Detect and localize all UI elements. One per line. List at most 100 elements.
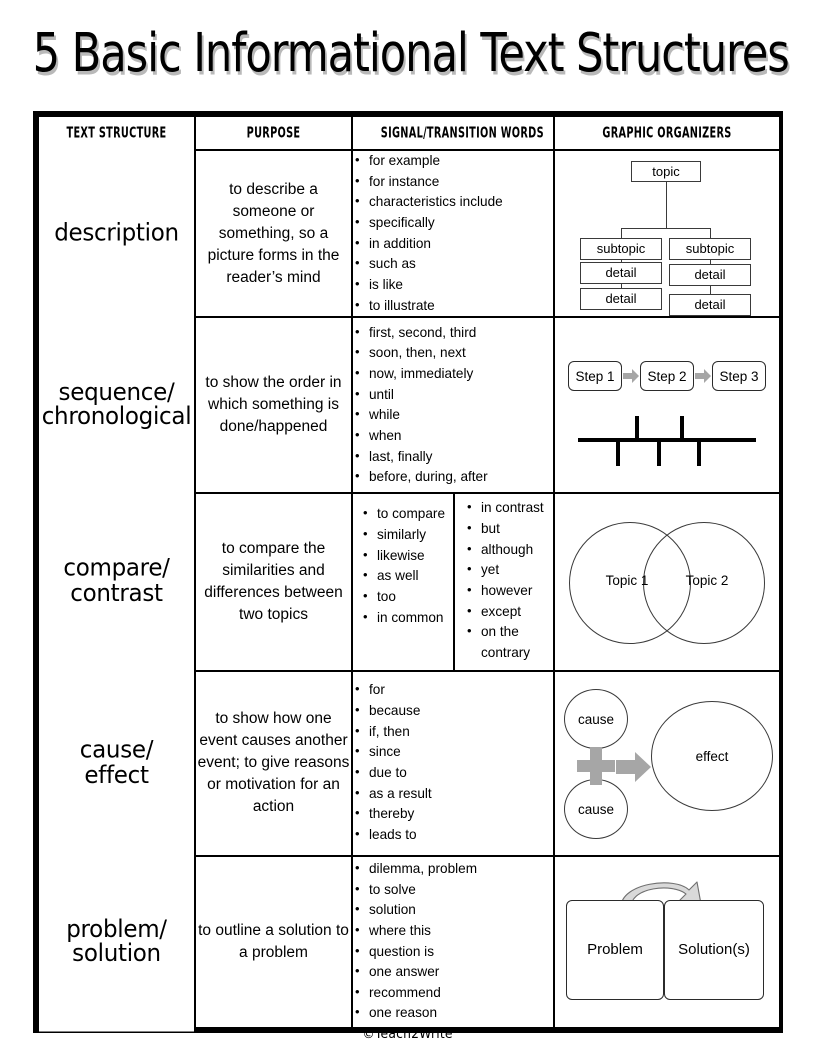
- list-item: one reason: [353, 1002, 553, 1024]
- text-structures-table-wrapper: TEXT STRUCTURE PURPOSE SIGNAL/TRANSITION…: [33, 111, 783, 1033]
- signal-words-compare-contrast: to compare similarly likewise as well to…: [351, 492, 555, 672]
- structure-name-sequence: sequence/ chronological: [37, 311, 196, 499]
- list-item: because: [353, 700, 553, 722]
- venn-diagram: Topic 1 Topic 2: [561, 517, 773, 647]
- signal-words-problem-solution: dilemma, problem to solve solution where…: [351, 854, 555, 1029]
- step-box-2: Step 2: [640, 361, 694, 392]
- list-item: since: [353, 741, 553, 763]
- organizer-compare-contrast: Topic 1 Topic 2: [553, 492, 781, 672]
- plus-icon: [577, 747, 615, 785]
- list-item: one answer: [353, 961, 553, 983]
- list-item: recommend: [353, 982, 553, 1004]
- list-item: is like: [353, 274, 553, 296]
- signal-word-list: first, second, third soon, then, next no…: [353, 322, 553, 488]
- tree-node-subtopic-right: subtopic: [669, 237, 751, 260]
- tree-connector-right-drop: [710, 227, 711, 238]
- list-item: in contrast: [465, 497, 551, 519]
- list-item: such as: [353, 253, 553, 275]
- structure-name-description: description: [37, 144, 196, 323]
- tree-node-detail-left-2: detail: [580, 287, 662, 310]
- list-item: in common: [361, 607, 451, 629]
- list-item: where this: [353, 920, 553, 942]
- solution-box: Solution(s): [664, 899, 764, 1000]
- cause-circle-1: cause: [564, 689, 628, 749]
- structure-label-line-1: sequence/: [58, 378, 175, 406]
- column-header-text-structure-label: TEXT STRUCTURE: [66, 124, 167, 142]
- text-structures-table: TEXT STRUCTURE PURPOSE SIGNAL/TRANSITION…: [37, 115, 781, 1033]
- list-item: dilemma, problem: [353, 858, 553, 880]
- list-item: for: [353, 679, 553, 701]
- footer-credit: ©Teach2Write: [0, 1027, 816, 1042]
- purpose-description: to describe a someone or something, so a…: [194, 148, 353, 319]
- timeline-tick-down-1: [616, 440, 620, 467]
- structure-label-line-1: problem/: [66, 914, 167, 943]
- list-item: although: [465, 539, 551, 561]
- venn-label-topic-2: Topic 2: [685, 572, 729, 588]
- list-item: specifically: [353, 212, 553, 234]
- list-item: to solve: [353, 879, 553, 901]
- list-item: to illustrate: [353, 295, 553, 317]
- structure-label-line-2: solution: [72, 939, 161, 967]
- list-item: for instance: [353, 171, 553, 193]
- list-item: last, finally: [353, 446, 553, 468]
- table-row: description to describe a someone or som…: [37, 144, 781, 323]
- timeline-axis: [578, 438, 756, 443]
- tree-node-subtopic-left: subtopic: [580, 237, 662, 260]
- list-item: until: [353, 384, 553, 406]
- column-header-purpose-label: PURPOSE: [246, 124, 301, 142]
- list-item: however: [465, 580, 551, 602]
- signal-words-split-container: to compare similarly likewise as well to…: [353, 494, 553, 670]
- list-item: similarly: [361, 524, 451, 546]
- step-box-3: Step 3: [712, 361, 766, 392]
- structure-name-problem-solution: problem/ solution: [37, 850, 196, 1033]
- structure-label-line-1: cause/: [79, 736, 154, 764]
- tree-node-detail-right-2: detail: [669, 293, 751, 316]
- list-item: as well: [361, 565, 451, 587]
- hierarchy-tree-diagram: topic subtopic subtopic detail detail de…: [559, 156, 775, 316]
- cause-effect-diagram: cause cause effect: [559, 683, 775, 843]
- table-row: compare/ contrast to compare the similar…: [37, 487, 781, 676]
- cause-circle-2: cause: [564, 779, 628, 839]
- problem-box: Problem: [566, 899, 664, 1000]
- signal-word-list: in contrast but although yet however exc…: [465, 497, 551, 663]
- list-item: but: [465, 518, 551, 540]
- purpose-sequence: to show the order in which something is …: [194, 316, 353, 495]
- problem-solution-diagram: Problem Solution(s): [562, 874, 772, 1010]
- structure-label-line-1: compare/: [63, 555, 170, 583]
- list-item: yet: [465, 559, 551, 581]
- signal-words-description: for example for instance characteristics…: [351, 148, 555, 319]
- list-item: likewise: [361, 545, 451, 567]
- list-item: if, then: [353, 721, 553, 743]
- list-item: question is: [353, 941, 553, 963]
- step-box-1: Step 1: [568, 361, 622, 392]
- column-header-signal-words: SIGNAL/TRANSITION WORDS: [365, 115, 544, 151]
- timeline-tick-up-1: [635, 416, 639, 443]
- page-title: 5 Basic Informational Text Structures: [32, 22, 790, 85]
- list-item: characteristics include: [353, 191, 553, 213]
- column-header-graphic-organizers: GRAPHIC ORGANIZERS: [568, 115, 766, 151]
- list-item: except: [465, 601, 551, 623]
- column-header-purpose: PURPOSE: [205, 115, 342, 151]
- timeline-tick-down-2: [657, 440, 661, 467]
- list-item: solution: [353, 899, 553, 921]
- list-item: leads to: [353, 824, 553, 846]
- arrow-right-icon: [623, 369, 639, 384]
- structure-label: description: [54, 219, 179, 247]
- signal-words-compare-column: to compare similarly likewise as well to…: [353, 494, 453, 669]
- tree-node-detail-left-1: detail: [580, 261, 662, 284]
- list-item: in addition: [353, 233, 553, 255]
- purpose-problem-solution: to outline a solution to a problem: [194, 854, 353, 1029]
- organizer-description: topic subtopic subtopic detail detail de…: [553, 148, 781, 319]
- signal-word-list: to compare similarly likewise as well to…: [361, 503, 451, 629]
- purpose-compare-contrast: to compare the similarities and differen…: [194, 492, 353, 672]
- footer-credit-label: ©Teach2Write: [362, 1027, 454, 1042]
- venn-label-topic-1: Topic 1: [605, 572, 649, 588]
- arrow-right-icon: [695, 369, 711, 384]
- list-item: first, second, third: [353, 322, 553, 344]
- list-item: soon, then, next: [353, 342, 553, 364]
- purpose-cause-effect: to show how one event causes another eve…: [194, 669, 353, 857]
- column-header-graphic-organizers-label: GRAPHIC ORGANIZERS: [602, 124, 732, 142]
- organizer-problem-solution: Problem Solution(s): [553, 854, 781, 1029]
- timeline-tick-down-3: [697, 440, 701, 467]
- list-item: to compare: [361, 503, 451, 525]
